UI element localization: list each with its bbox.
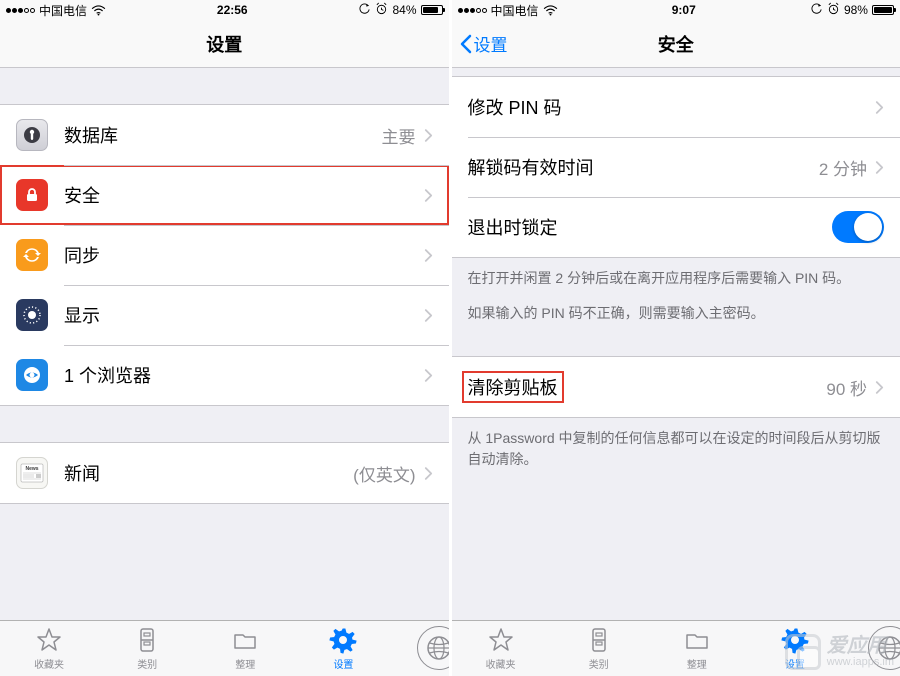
battery-icon	[421, 5, 443, 15]
cell-label: 数据库	[64, 122, 382, 148]
alarm-icon	[827, 2, 840, 18]
carrier-label: 中国电信	[39, 2, 87, 19]
battery-icon	[872, 5, 894, 15]
security-group: 修改 PIN 码 解锁码有效时间 2 分钟 退出时锁定	[452, 76, 900, 258]
phone-left-settings: 中国电信 22:56 84% 设置 数据库	[0, 0, 452, 676]
lock-on-exit-toggle[interactable]	[832, 211, 884, 243]
chevron-right-icon	[424, 368, 433, 383]
wifi-icon	[91, 5, 106, 16]
tab-globe[interactable]	[393, 621, 449, 676]
cell-clear-clipboard[interactable]: 清除剪贴板 90 秒	[452, 357, 900, 417]
cell-label: 新闻	[64, 460, 353, 486]
cell-display[interactable]: 显示	[0, 285, 449, 345]
rotation-lock-icon	[810, 2, 823, 18]
content-right[interactable]: 修改 PIN 码 解锁码有效时间 2 分钟 退出时锁定 在打开并闲置 2 分钟后…	[452, 68, 900, 620]
tab-organize[interactable]: 整理	[196, 621, 294, 676]
alarm-icon	[375, 2, 388, 18]
cell-detail: 主要	[382, 123, 416, 148]
cell-lock-on-exit[interactable]: 退出时锁定	[452, 197, 900, 257]
settings-group-news: News 新闻 (仅英文)	[0, 442, 449, 504]
sync-icon	[16, 239, 48, 271]
cell-news[interactable]: News 新闻 (仅英文)	[0, 443, 449, 503]
content-left[interactable]: 数据库 主要 安全 同步	[0, 68, 449, 620]
signal-strength-icon	[6, 8, 35, 13]
cell-label: 显示	[64, 302, 424, 328]
status-bar: 中国电信 22:56 84%	[0, 0, 449, 20]
nav-title: 安全	[658, 31, 694, 57]
chevron-right-icon	[875, 380, 884, 395]
tab-favorites[interactable]: 收藏夹	[452, 621, 550, 676]
database-icon	[16, 119, 48, 151]
news-icon: News	[16, 457, 48, 489]
settings-group-main: 数据库 主要 安全 同步	[0, 104, 449, 406]
chevron-right-icon	[875, 100, 884, 115]
tab-settings[interactable]: 设置	[746, 621, 844, 676]
tab-categories[interactable]: 类别	[98, 621, 196, 676]
cell-sync[interactable]: 同步	[0, 225, 449, 285]
carrier-label: 中国电信	[491, 2, 539, 19]
cell-label: 同步	[64, 242, 424, 268]
signal-strength-icon	[458, 8, 487, 13]
cell-label: 安全	[64, 182, 424, 208]
status-bar: 中国电信 9:07 98%	[452, 0, 900, 20]
cell-label: 解锁码有效时间	[468, 154, 819, 180]
footer-explanation-2: 如果输入的 PIN 码不正确，则需要输入主密码。	[452, 299, 900, 334]
rotation-lock-icon	[358, 2, 371, 18]
cell-detail: 90 秒	[826, 375, 867, 400]
cell-database[interactable]: 数据库 主要	[0, 105, 449, 165]
footer-explanation-1: 在打开并闲置 2 分钟后或在离开应用程序后需要输入 PIN 码。	[452, 258, 900, 299]
chevron-right-icon	[875, 160, 884, 175]
tab-settings[interactable]: 设置	[294, 621, 392, 676]
tab-bar: 收藏夹 类别 整理 设置	[452, 620, 900, 676]
phone-right-security: 中国电信 9:07 98% 设置 安全 修改 PIN 码	[452, 0, 900, 676]
svg-text:News: News	[25, 466, 38, 472]
chevron-right-icon	[424, 308, 433, 323]
status-time: 9:07	[672, 3, 696, 17]
browser-icon	[16, 359, 48, 391]
cell-change-pin[interactable]: 修改 PIN 码	[452, 77, 900, 137]
cell-detail: 2 分钟	[819, 155, 867, 180]
cell-browser[interactable]: 1 个浏览器	[0, 345, 449, 405]
nav-title: 设置	[206, 31, 242, 57]
lock-icon	[16, 179, 48, 211]
chevron-left-icon	[460, 34, 472, 54]
chevron-right-icon	[424, 188, 433, 203]
chevron-right-icon	[424, 248, 433, 263]
display-icon	[16, 299, 48, 331]
footer-explanation-clipboard: 从 1Password 中复制的任何信息都可以在设定的时间段后从剪切版自动清除。	[452, 418, 900, 480]
tab-categories[interactable]: 类别	[550, 621, 648, 676]
nav-back-button[interactable]: 设置	[460, 31, 508, 56]
status-time: 22:56	[217, 3, 248, 17]
tab-organize[interactable]: 整理	[648, 621, 746, 676]
nav-bar: 设置 安全	[452, 20, 900, 68]
cell-unlock-timeout[interactable]: 解锁码有效时间 2 分钟	[452, 137, 900, 197]
tab-favorites[interactable]: 收藏夹	[0, 621, 98, 676]
clipboard-group: 清除剪贴板 90 秒	[452, 356, 900, 418]
nav-bar: 设置	[0, 20, 449, 68]
nav-back-label: 设置	[474, 31, 508, 56]
chevron-right-icon	[424, 466, 433, 481]
cell-label: 退出时锁定	[468, 214, 833, 240]
tab-bar: 收藏夹 类别 整理 设置	[0, 620, 449, 676]
cell-detail: (仅英文)	[353, 461, 415, 486]
cell-label: 1 个浏览器	[64, 362, 424, 388]
cell-label: 修改 PIN 码	[468, 94, 876, 120]
cell-security[interactable]: 安全	[0, 165, 449, 225]
wifi-icon	[543, 5, 558, 16]
cell-label: 清除剪贴板	[468, 371, 827, 403]
tab-globe[interactable]	[844, 621, 900, 676]
chevron-right-icon	[424, 128, 433, 143]
battery-pct: 84%	[392, 3, 416, 17]
battery-pct: 98%	[844, 3, 868, 17]
